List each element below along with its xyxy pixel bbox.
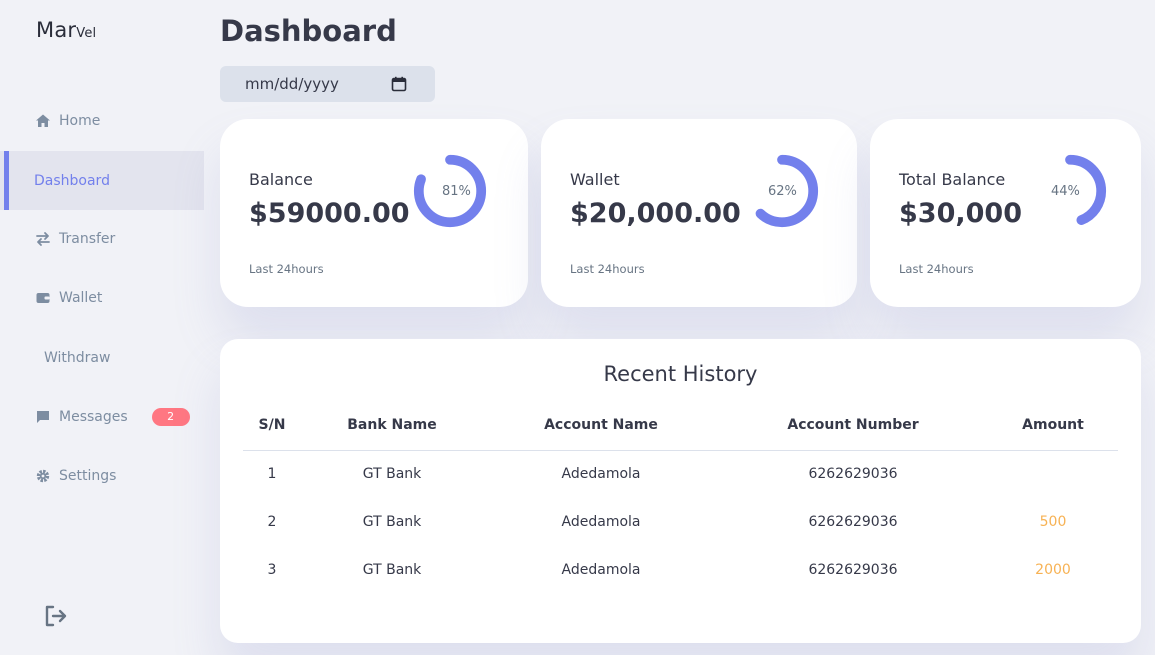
card-label: Balance	[249, 170, 313, 189]
swap-arrows-icon	[35, 231, 51, 247]
sidebar-item-home[interactable]: Home	[0, 91, 204, 150]
card-value: $20,000.00	[570, 198, 741, 229]
progress-percent: 81%	[442, 184, 471, 199]
table-cell: 3	[267, 562, 277, 578]
card-note: Last 24hours	[899, 262, 974, 276]
section-title: Recent History	[603, 362, 758, 386]
table-cell: GT Bank	[362, 466, 422, 482]
sidebar-item-dashboard[interactable]: Dashboard	[0, 151, 204, 210]
sidebar-item-label: Home	[59, 112, 101, 129]
progress-percent: 62%	[768, 184, 797, 199]
app-logo[interactable]: MarVel	[36, 18, 96, 42]
card-label: Total Balance	[899, 170, 1006, 189]
balance-card: Balance $59000.00 Last 24hours 81%	[220, 119, 528, 307]
column-header: Bank Name	[347, 417, 437, 433]
sidebar-item-settings[interactable]: Settings	[0, 446, 204, 505]
amount-cell: 2000	[1035, 562, 1071, 578]
logo-suffix: Vel	[76, 26, 97, 41]
sidebar-item-transfer[interactable]: Transfer	[0, 209, 204, 268]
sidebar-item-label: Transfer	[59, 230, 116, 247]
table-cell: Adedamola	[561, 514, 641, 530]
column-header: Amount	[1022, 417, 1084, 433]
card-value: $30,000	[899, 198, 1022, 229]
page-title: Dashboard	[220, 14, 397, 48]
header-divider	[243, 450, 1118, 451]
date-filter-input[interactable]: mm/dd/yyyy	[220, 66, 435, 102]
recent-history-panel: Recent History S/N Bank Name Account Nam…	[220, 339, 1141, 643]
table-cell: GT Bank	[362, 562, 422, 578]
total-balance-card: Total Balance $30,000 Last 24hours 44%	[870, 119, 1141, 307]
column-header: Account Name	[544, 417, 658, 433]
table-cell: 6262629036	[808, 466, 898, 482]
home-icon	[35, 113, 51, 129]
wallet-card: Wallet $20,000.00 Last 24hours 62%	[541, 119, 857, 307]
sidebar-item-label: Dashboard	[34, 172, 110, 189]
card-note: Last 24hours	[570, 262, 645, 276]
sidebar-item-label: Withdraw	[44, 349, 111, 366]
card-note: Last 24hours	[249, 262, 324, 276]
column-header: Account Number	[787, 417, 919, 433]
card-label: Wallet	[570, 170, 620, 189]
column-header: S/N	[258, 417, 286, 433]
amount-cell: 500	[1039, 514, 1067, 530]
card-value: $59000.00	[249, 198, 410, 229]
logout-icon[interactable]	[43, 603, 69, 629]
sidebar-item-wallet[interactable]: Wallet	[0, 268, 204, 327]
table-cell: Adedamola	[561, 562, 641, 578]
messages-count-badge: 2	[151, 407, 190, 426]
table-cell: 2	[267, 514, 277, 530]
logo-main: Mar	[36, 18, 77, 42]
gear-icon	[35, 468, 51, 484]
date-placeholder: mm/dd/yyyy	[245, 75, 339, 93]
sidebar-item-label: Wallet	[59, 289, 103, 306]
table-cell: 6262629036	[808, 514, 898, 530]
wallet-icon	[35, 290, 51, 306]
sidebar-item-label: Settings	[59, 467, 117, 484]
table-cell: GT Bank	[362, 514, 422, 530]
sidebar-item-messages[interactable]: Messages 2	[0, 387, 204, 446]
chat-icon	[35, 409, 51, 425]
progress-percent: 44%	[1051, 184, 1080, 199]
table-cell: 1	[267, 466, 277, 482]
table-cell: 6262629036	[808, 562, 898, 578]
table-cell: Adedamola	[561, 466, 641, 482]
calendar-icon[interactable]	[391, 76, 407, 92]
sidebar-item-withdraw[interactable]: Withdraw	[0, 328, 204, 387]
sidebar: MarVel Home Dashboard Transfer Wallet Wi…	[0, 0, 204, 655]
sidebar-item-label: Messages	[59, 408, 128, 425]
